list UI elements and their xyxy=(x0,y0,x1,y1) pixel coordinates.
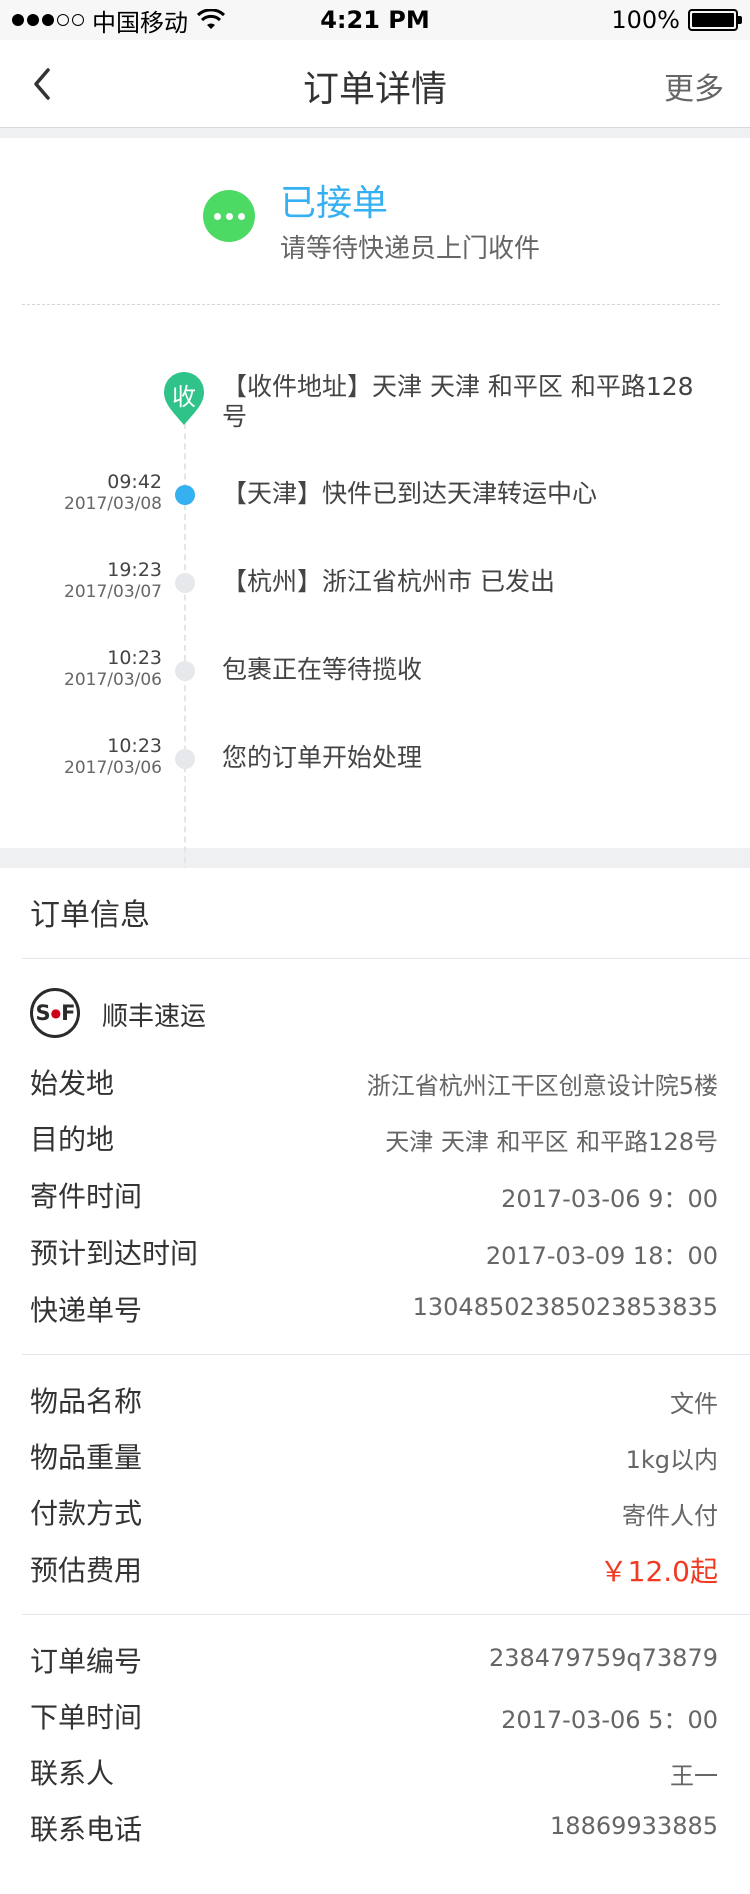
order-time-label: 下单时间 xyxy=(30,1701,143,1734)
carrier-name: 中国移动 xyxy=(92,8,188,37)
timeline-dot xyxy=(175,661,195,681)
battery-icon xyxy=(688,9,742,31)
eta-value: 2017-03-09 18：00 xyxy=(485,1242,718,1270)
event-date: 2017/03/08 xyxy=(64,494,162,514)
contact-value: 王一 xyxy=(670,1762,718,1790)
dashed-divider xyxy=(22,304,720,305)
origin-value: 浙江省杭州江干区创意设计院5楼 xyxy=(366,1072,718,1100)
divider xyxy=(22,958,750,959)
signal-strength-icon xyxy=(12,14,84,26)
event-text: 您的订单开始处理 xyxy=(222,743,423,772)
order-status-subtitle: 请等待快递员上门收件 xyxy=(280,234,541,264)
send-time-label: 寄件时间 xyxy=(30,1180,143,1213)
event-time: 10:23 xyxy=(107,647,162,669)
order-number-value: 238479759q73879 xyxy=(488,1644,718,1672)
accepted-status-icon xyxy=(203,190,255,242)
contact-label: 联系人 xyxy=(30,1757,115,1790)
pin-label: 收 xyxy=(172,383,196,411)
phone-label: 联系电话 xyxy=(30,1813,143,1846)
item-weight-value: 1kg以内 xyxy=(625,1446,718,1474)
status-bar-left: 中国移动 xyxy=(12,3,226,38)
order-number-label: 订单编号 xyxy=(30,1645,143,1678)
event-time: 19:23 xyxy=(107,559,162,581)
order-info-card: 订单信息 S ● F 顺丰速运 始发地 浙江省杭州江干区创意设计院5楼 目的地 天津… xyxy=(0,868,750,1894)
tracking-card: 已接单 请等待快递员上门收件 收 【收件地址】天津 天津 和平区 和平路128号… xyxy=(0,138,750,903)
send-time-value: 2017-03-06 9：00 xyxy=(501,1185,718,1213)
divider xyxy=(22,1614,750,1615)
event-text: 包裹正在等待揽收 xyxy=(222,655,423,684)
carrier-name: 顺丰速运 xyxy=(102,1002,207,1032)
event-time: 10:23 xyxy=(107,735,162,757)
item-weight-label: 物品重量 xyxy=(30,1441,143,1474)
item-name-label: 物品名称 xyxy=(30,1385,143,1418)
event-date: 2017/03/06 xyxy=(64,670,162,690)
event-time: 09:42 xyxy=(107,471,162,493)
estimated-cost-value: ￥12.0起 xyxy=(599,1555,718,1588)
timeline-dot-active xyxy=(175,485,195,505)
event-date: 2017/03/07 xyxy=(64,582,162,602)
estimated-cost-label: 预估费用 xyxy=(30,1554,143,1587)
timeline-dot xyxy=(175,573,195,593)
tracking-number-value: 13048502385023853835 xyxy=(412,1293,718,1321)
battery-percent: 100% xyxy=(611,6,680,34)
item-name-value: 文件 xyxy=(670,1390,718,1418)
status-bar: 中国移动 4:21 PM 100% xyxy=(0,0,750,40)
more-button[interactable]: 更多 xyxy=(664,64,724,108)
event-date: 2017/03/06 xyxy=(64,758,162,778)
order-time-value: 2017-03-06 5：00 xyxy=(501,1706,718,1734)
status-bar-right: 100% xyxy=(611,6,742,34)
section-title: 订单信息 xyxy=(30,898,150,933)
page-title: 订单详情 xyxy=(302,69,447,110)
tracking-number-label: 快递单号 xyxy=(30,1294,143,1327)
destination-pin-icon: 收 xyxy=(163,372,205,426)
divider xyxy=(22,1354,750,1355)
eta-label: 预计到达时间 xyxy=(30,1237,199,1270)
payment-method-value: 寄件人付 xyxy=(622,1502,718,1530)
timeline-dot xyxy=(175,749,195,769)
destination-address: 【收件地址】天津 天津 和平区 和平路128号 xyxy=(222,372,694,431)
wifi-icon xyxy=(196,9,226,29)
payment-method-label: 付款方式 xyxy=(30,1497,143,1530)
destination-value: 天津 天津 和平区 和平路128号 xyxy=(385,1128,718,1156)
event-text: 【天津】快件已到达天津转运中心 xyxy=(222,479,598,508)
timeline-line xyxy=(184,403,186,903)
event-text: 【杭州】浙江省杭州市 已发出 xyxy=(222,567,555,596)
nav-bar: 订单详情 更多 xyxy=(0,40,750,128)
phone-value[interactable]: 18869933885 xyxy=(550,1812,718,1840)
origin-label: 始发地 xyxy=(30,1067,115,1100)
sf-express-logo: S ● F xyxy=(30,988,80,1038)
order-status-title: 已接单 xyxy=(280,183,389,224)
destination-label: 目的地 xyxy=(30,1123,115,1156)
